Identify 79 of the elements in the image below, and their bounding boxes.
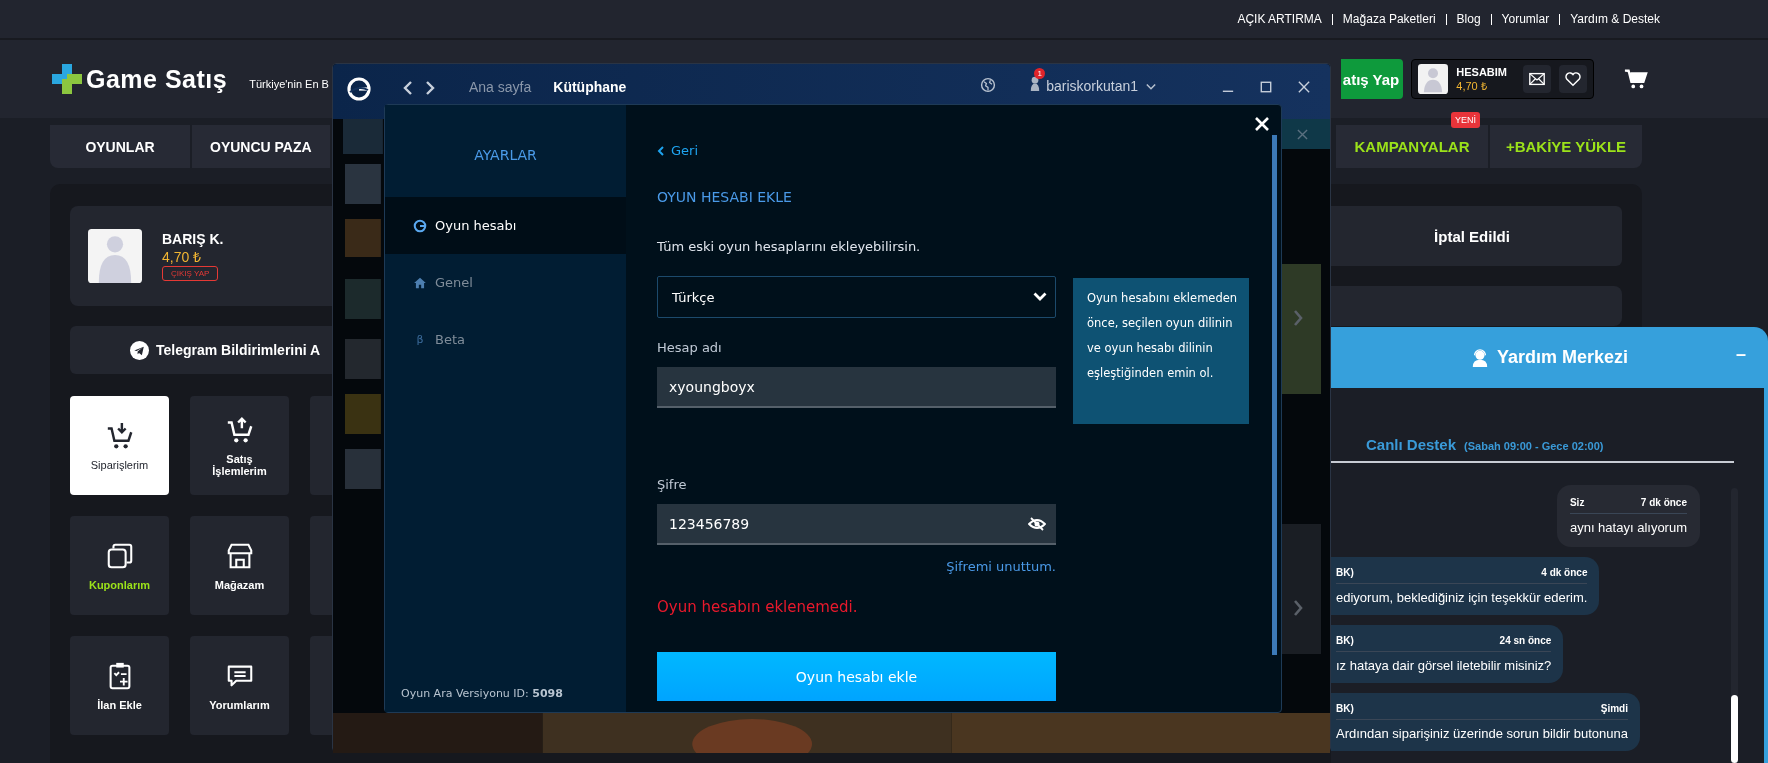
back-link[interactable]: Geri <box>657 143 699 158</box>
message-text: Ardından siparişiniz üzerinde sorun bildir butonuna <box>1336 726 1628 741</box>
scrollbar[interactable] <box>1731 488 1738 763</box>
field-label: Şifre <box>657 477 687 492</box>
cart-icon[interactable] <box>1624 67 1648 91</box>
message-text: aynı hatayı alıyorum <box>1569 520 1687 535</box>
message-time: 4 dk önce <box>1541 567 1588 578</box>
nav-tab[interactable]: OYUNCU PAZA <box>192 125 330 168</box>
message-text: ız hataya dair görsel iletebilir misiniz? <box>1336 658 1552 673</box>
menu-tile[interactable]: Yorumlarım <box>190 636 289 735</box>
chevron-left-icon <box>657 145 665 156</box>
home-icon <box>413 275 427 290</box>
message-time: 24 sn önce <box>1499 635 1552 646</box>
scrollbar[interactable] <box>1272 135 1277 655</box>
logout-button[interactable]: ÇIKIŞ YAP <box>162 266 219 281</box>
tooltip: Oyun hesabını eklemeden önce, seçilen oyun dilinin ve oyun hesabı dilinin eşleştiğinden emin ol. <box>1073 278 1249 424</box>
notification-badge: 1 <box>1034 68 1046 79</box>
mail-icon[interactable] <box>1523 65 1551 93</box>
user-name: BARIŞ K. <box>162 231 224 247</box>
avatar-icon <box>88 229 142 283</box>
user-balance: 4,70 ₺ <box>162 248 202 266</box>
menu-tile[interactable]: Siparişlerim <box>70 396 169 495</box>
logo-icon <box>413 218 427 233</box>
dialog-heading: OYUN HESABI EKLE <box>657 189 792 205</box>
telegram-icon <box>130 340 149 360</box>
top-link[interactable]: Blog <box>1456 12 1481 26</box>
message-text: ediyorum, beklediğiniz için teşekkür ederim. <box>1336 590 1588 605</box>
description: Tüm eski oyun hesaplarını ekleyebilirsin. <box>657 239 921 254</box>
nav-tab[interactable]: OYUNLAR <box>50 125 190 168</box>
language-select[interactable]: Türkçe <box>657 276 1056 318</box>
avatar-icon <box>1418 64 1449 94</box>
chat-title: Yardım Merkezi <box>1496 347 1629 368</box>
app-nav-tab[interactable]: Kütüphane <box>553 78 627 95</box>
new-badge: YENİ <box>1451 112 1480 128</box>
password-field[interactable]: 123456789 <box>657 504 1056 545</box>
chevron-down-icon[interactable] <box>1146 82 1156 91</box>
top-link[interactable]: AÇIK ARTIRMA <box>1237 12 1322 26</box>
input-field[interactable]: xyoungboyx <box>657 367 1056 408</box>
message-sender: BK) <box>1336 635 1354 646</box>
sell-button[interactable]: atış Yap <box>1341 59 1404 99</box>
top-link[interactable]: Yardım & Destek <box>1570 12 1660 26</box>
message-sender: Siz <box>1569 497 1585 508</box>
top-link[interactable]: Mağaza Paketleri <box>1342 12 1436 26</box>
message-time: Şimdi <box>1600 703 1628 714</box>
maximize-icon[interactable] <box>1260 80 1272 93</box>
version-text: Oyun Ara Versiyonu ID: 5098 <box>400 687 564 702</box>
settings-menu-item[interactable]: Genel <box>385 254 626 311</box>
message-time: 7 dk önce <box>1640 497 1687 508</box>
app-nav-tab[interactable]: Ana sayfa <box>469 78 532 95</box>
account-balance: 4,70 ₺ <box>1456 79 1488 93</box>
user-name[interactable]: bariskorkutan1 <box>1046 77 1138 94</box>
menu-tile[interactable]: Mağazam <box>190 516 289 615</box>
eye-slash-icon[interactable] <box>1028 516 1046 531</box>
support-agent-icon <box>1470 348 1489 367</box>
chevron-down-icon <box>1033 292 1047 302</box>
tagline: Türkiye'nin En B <box>249 78 329 90</box>
site-logo[interactable]: Game Satış <box>52 64 228 94</box>
beta-symbol: β <box>415 333 425 346</box>
message-sender: BK) <box>1336 567 1354 578</box>
user-icon[interactable] <box>1030 75 1041 92</box>
settings-title: AYARLAR <box>474 147 537 163</box>
nav-tab[interactable]: +BAKİYE YÜKLE <box>1490 125 1642 168</box>
field-label: Hesap adı <box>657 340 722 355</box>
channel-name: Canlı Destek <box>1366 436 1457 453</box>
settings-menu-item[interactable]: Oyun hesabı <box>385 197 626 254</box>
account-label: HESABIM <box>1456 65 1507 79</box>
chevron-right-icon[interactable] <box>1293 599 1303 617</box>
menu-tile[interactable]: Satış İşlemlerim <box>190 396 289 495</box>
forgot-password-link[interactable]: Şifremi unuttum. <box>657 559 1056 574</box>
account-box[interactable]: HESABIM 4,70 ₺ <box>1411 59 1594 99</box>
nav-tab[interactable]: KAMPANYALAR <box>1336 125 1488 168</box>
logo-icon[interactable] <box>347 76 371 101</box>
top-link[interactable]: Yorumlar <box>1501 12 1550 26</box>
error-message: Oyun hesabın eklenemedi. <box>657 598 858 616</box>
globe-icon[interactable] <box>980 76 997 93</box>
menu-tile[interactable]: Kuponlarım <box>70 516 169 615</box>
menu-tile[interactable]: İlan Ekle <box>70 636 169 735</box>
support-hours: (Sabah 09:00 - Gece 02:00) <box>1464 440 1604 452</box>
message-sender: BK) <box>1336 703 1354 714</box>
